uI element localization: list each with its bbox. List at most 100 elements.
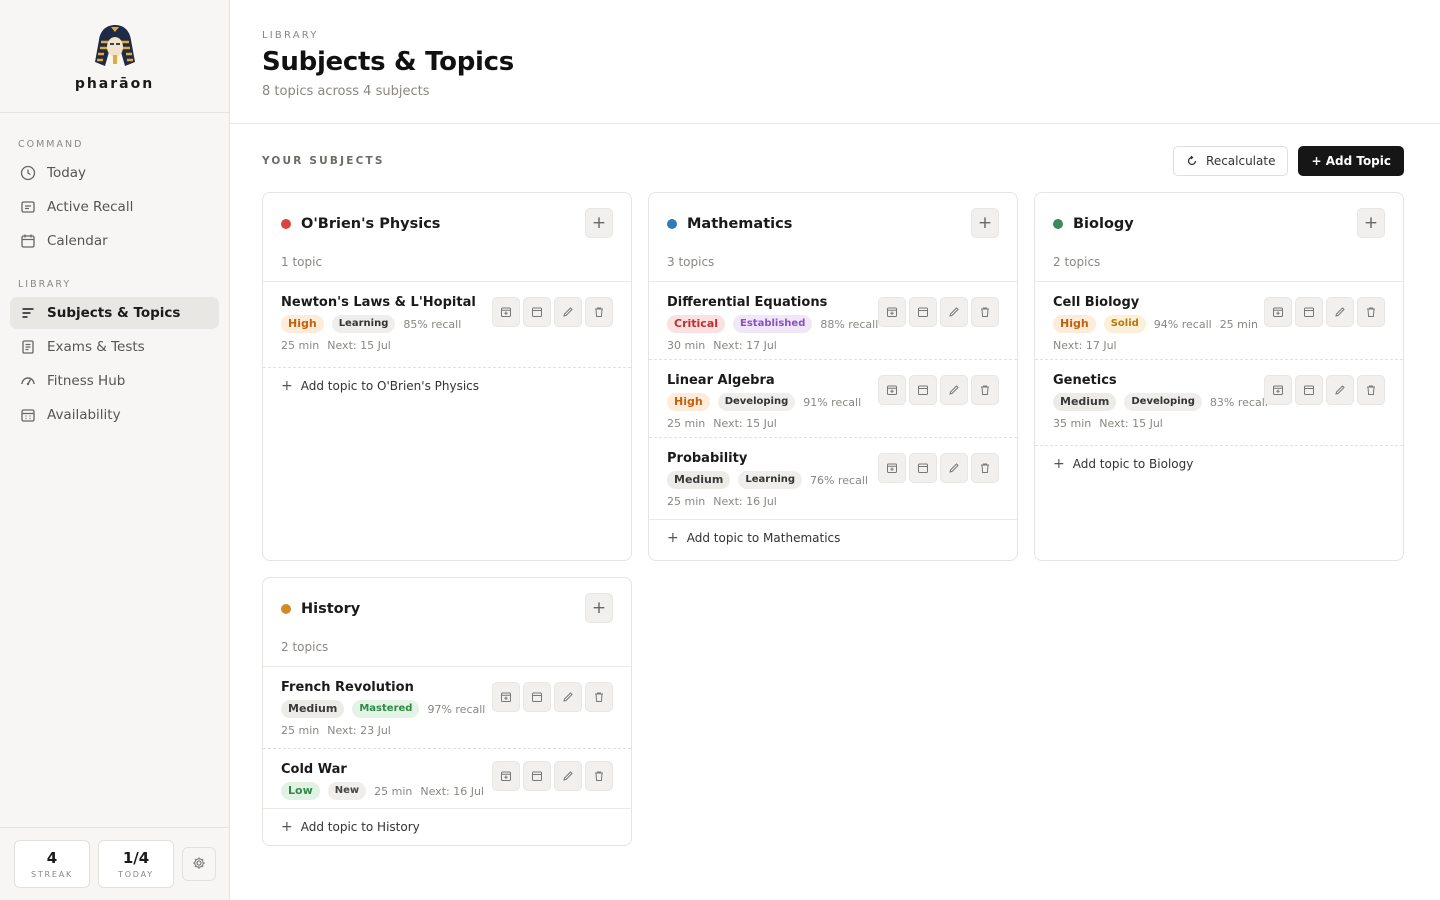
topic-row[interactable]: Probability Medium Learning 76% recall 2… [649,438,1017,520]
nav-item-label: Fitness Hub [47,373,126,389]
trash-icon [979,459,991,478]
schedule-button[interactable] [1264,297,1292,327]
add-topic-link[interactable]: + Add topic to Mathematics [649,520,1017,556]
edit-button[interactable] [1326,375,1354,405]
stage-badge: Learning [738,471,803,489]
topic-actions [1264,297,1385,327]
add-topic-icon-button[interactable]: + [585,208,613,238]
calendar-icon [917,303,929,322]
brand[interactable]: pharāon [0,0,229,113]
topic-row[interactable]: Linear Algebra High Developing 91% recal… [649,360,1017,438]
edit-button[interactable] [554,761,582,791]
duration-text: 25 min [667,416,706,430]
main-content: LIBRARY Subjects & Topics 8 topics acros… [230,0,1440,900]
add-topic-link[interactable]: + Add topic to History [263,809,631,845]
recalculate-button[interactable]: Recalculate [1173,146,1289,176]
topic-row[interactable]: Cell Biology High Solid 94% recall 25 mi… [1035,282,1403,360]
today-value: 1/4 [122,849,150,867]
trash-icon [593,767,605,786]
calendar-plus-icon [886,381,898,400]
add-topic-link[interactable]: + Add topic to O'Brien's Physics [263,368,631,404]
add-topic-icon-button[interactable]: + [585,593,613,623]
nav-item-today[interactable]: Today [10,157,219,189]
priority-badge: High [281,315,324,333]
add-topic-button[interactable]: + Add Topic [1298,146,1404,176]
edit-button[interactable] [1326,297,1354,327]
edit-button[interactable] [554,297,582,327]
calendar-button[interactable] [909,297,937,327]
delete-button[interactable] [585,682,613,712]
schedule-button[interactable] [878,297,906,327]
add-topic-icon-button[interactable]: + [1357,208,1385,238]
priority-badge: High [1053,315,1096,333]
pencil-icon [562,688,574,707]
delete-button[interactable] [1357,297,1385,327]
streak-label: STREAK [30,870,74,879]
edit-button[interactable] [940,297,968,327]
calendar-button[interactable] [523,297,551,327]
subject-color-dot [667,219,677,229]
schedule-button[interactable] [492,297,520,327]
breadcrumb: LIBRARY [262,30,319,41]
topic-row[interactable]: Differential Equations Critical Establis… [649,282,1017,360]
pharaoh-logo-icon [94,25,135,66]
subject-title: Mathematics [687,216,793,232]
add-topic-icon-button[interactable]: + [971,208,999,238]
edit-button[interactable] [554,682,582,712]
topic-count: 3 topics [667,255,715,269]
trash-icon [593,303,605,322]
schedule-button[interactable] [492,682,520,712]
schedule-button[interactable] [492,761,520,791]
recalculate-label: Recalculate [1206,154,1276,168]
settings-button[interactable] [182,847,216,881]
priority-badge: Low [281,782,320,800]
edit-button[interactable] [940,375,968,405]
nav-item-calendar[interactable]: Calendar [10,225,219,257]
add-topic-label: Add topic to History [300,820,420,834]
nav-item-fitness-hub[interactable]: Fitness Hub [10,365,219,397]
nav-item-availability[interactable]: Availability [10,399,219,431]
schedule-button[interactable] [1264,375,1292,405]
nav-item-active-recall[interactable]: Active Recall [10,191,219,223]
gear-icon [192,855,206,874]
nav-item-label: Today [47,165,87,181]
edit-button[interactable] [940,453,968,483]
card-header: History 2 topics + [263,578,631,667]
pencil-icon [948,459,960,478]
plus-icon: + [1053,456,1065,472]
calendar-button[interactable] [909,453,937,483]
delete-button[interactable] [971,453,999,483]
pencil-icon [1334,303,1346,322]
delete-button[interactable] [585,761,613,791]
subject-title: History [301,601,361,617]
schedule-button[interactable] [878,453,906,483]
delete-button[interactable] [585,297,613,327]
calendar-plus-icon [1272,381,1284,400]
calendar-icon [20,233,36,249]
page-title: Subjects & Topics [262,47,514,77]
calendar-button[interactable] [523,682,551,712]
calendar-button[interactable] [909,375,937,405]
duration-text: 25 min [374,784,413,798]
topic-row[interactable]: Genetics Medium Developing 83% recall 35… [1035,360,1403,446]
schedule-button[interactable] [878,375,906,405]
calendar-button[interactable] [1295,375,1323,405]
delete-button[interactable] [1357,375,1385,405]
nav-item-exams-tests[interactable]: Exams & Tests [10,331,219,363]
calendar-button[interactable] [523,761,551,791]
pencil-icon [562,767,574,786]
delete-button[interactable] [971,375,999,405]
calendar-button[interactable] [1295,297,1323,327]
topic-row[interactable]: Newton's Laws & L'Hopital High Learning … [263,282,631,368]
nav-item-subjects-topics[interactable]: Subjects & Topics [10,297,219,329]
topic-actions [492,682,613,712]
add-topic-link[interactable]: + Add topic to Biology [1035,446,1403,482]
calendar-plus-icon [886,459,898,478]
calendar-plus-icon [500,303,512,322]
topic-row[interactable]: Cold War Low New 25 min Next: 16 Jul [263,749,631,809]
topic-row[interactable]: French Revolution Medium Mastered 97% re… [263,667,631,749]
recall-text: 85% recall [403,317,462,331]
brand-name: pharāon [74,76,155,92]
delete-button[interactable] [971,297,999,327]
pencil-icon [562,303,574,322]
